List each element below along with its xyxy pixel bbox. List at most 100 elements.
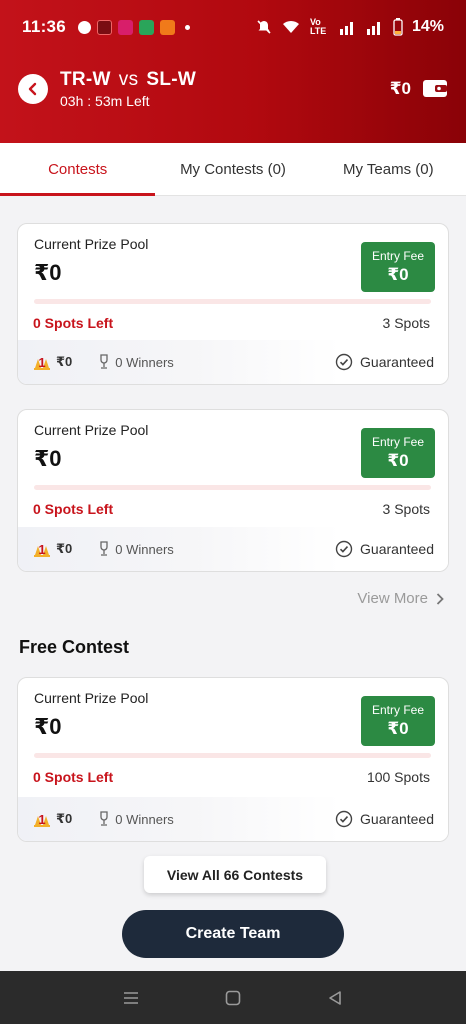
check-circle-icon xyxy=(335,353,353,371)
home-nav-icon[interactable] xyxy=(224,989,242,1007)
wallet-balance[interactable]: ₹0 xyxy=(390,79,411,99)
app-header: 11:36 Vo LTE 14% TR-W vs SL-W 03h : 53m Le… xyxy=(0,0,466,143)
wifi-icon xyxy=(282,20,299,33)
trophy-icon xyxy=(100,354,108,369)
app-notification-icon xyxy=(97,19,113,35)
svg-text:1: 1 xyxy=(38,812,45,827)
prize-pool-value: ₹0 xyxy=(34,260,62,285)
prize-pool-value: ₹0 xyxy=(34,446,62,471)
first-rank-icon: 1 xyxy=(34,812,50,827)
contest-card-footer: 1 ₹0 0 Winners Guaranteed xyxy=(18,340,448,384)
first-prize-value: ₹0 xyxy=(56,811,73,826)
total-spots: 3 Spots xyxy=(382,315,430,331)
view-more-label: View More xyxy=(357,590,428,607)
entry-fee-label: Entry Fee xyxy=(371,703,425,717)
first-prize: 1 ₹0 xyxy=(32,809,72,829)
prize-pool-label: Current Prize Pool xyxy=(34,690,149,706)
app-notification-icon xyxy=(139,19,155,35)
app-notification-icon xyxy=(118,19,134,35)
match-info: TR-W vs SL-W 03h : 53m Left xyxy=(60,69,196,109)
winners[interactable]: 0 Winners xyxy=(98,811,174,827)
entry-fee-label: Entry Fee xyxy=(371,249,425,263)
status-time: 11:36 xyxy=(22,17,67,36)
tab-my-teams[interactable]: My Teams (0) xyxy=(311,143,466,195)
prize-pool-label: Current Prize Pool xyxy=(34,236,149,252)
prize-pool-label: Current Prize Pool xyxy=(34,422,149,438)
contest-card[interactable]: Current Prize Pool ₹0 Entry Fee ₹0 0 Spo… xyxy=(17,223,449,385)
first-rank-icon: 1 xyxy=(34,355,50,370)
free-contest-title: Free Contest xyxy=(19,637,130,657)
guaranteed-badge: Guaranteed xyxy=(335,353,434,371)
more-notifications-dot xyxy=(185,24,191,30)
view-more-link[interactable]: View More xyxy=(357,590,444,607)
spots-progress-bar xyxy=(34,485,431,490)
vs-label: vs xyxy=(118,69,139,90)
menu-nav-icon[interactable] xyxy=(122,990,140,1006)
check-circle-icon xyxy=(335,810,353,828)
chevron-right-icon xyxy=(436,592,444,605)
contest-card-footer: 1 ₹0 0 Winners Guaranteed xyxy=(18,797,448,841)
tab-contests[interactable]: Contests xyxy=(0,143,156,196)
entry-fee-value: ₹0 xyxy=(387,719,409,738)
free-contest-card[interactable]: Current Prize Pool ₹0 Entry Fee ₹0 0 Spo… xyxy=(17,677,449,842)
guaranteed-badge: Guaranteed xyxy=(335,540,434,558)
match-teams: TR-W vs SL-W xyxy=(60,69,196,91)
check-circle-icon xyxy=(335,540,353,558)
spots-left: 0 Spots Left xyxy=(33,501,114,517)
contest-card[interactable]: Current Prize Pool ₹0 Entry Fee ₹0 0 Spo… xyxy=(17,409,449,572)
entry-fee-value: ₹0 xyxy=(387,451,409,470)
spots-left: 0 Spots Left xyxy=(33,769,114,785)
entry-fee-value: ₹0 xyxy=(387,265,409,284)
tab-my-contests[interactable]: My Contests (0) xyxy=(155,143,310,195)
spots-progress-bar xyxy=(34,299,431,304)
network-label: Vo LTE xyxy=(309,17,327,36)
create-team-button[interactable]: Create Team xyxy=(122,910,344,958)
status-right: Vo LTE 14% xyxy=(256,18,444,36)
first-rank-icon: 1 xyxy=(34,542,50,557)
contest-tabs: Contests My Contests (0) My Teams (0) xyxy=(0,143,466,196)
total-spots: 3 Spots xyxy=(382,501,430,517)
spots-progress-bar xyxy=(34,753,431,758)
entry-fee-button[interactable]: Entry Fee ₹0 xyxy=(361,696,435,746)
status-bar: 11:36 Vo LTE 14% xyxy=(22,14,444,40)
guaranteed-label: Guaranteed xyxy=(360,811,434,827)
winners-count: 0 Winners xyxy=(115,811,174,827)
signal-icon xyxy=(339,22,353,35)
guaranteed-badge: Guaranteed xyxy=(335,810,434,828)
battery-icon xyxy=(393,18,403,36)
match-time-left: 03h : 53m Left xyxy=(60,93,150,109)
total-spots: 100 Spots xyxy=(366,769,430,785)
trophy-icon xyxy=(100,811,108,826)
guaranteed-label: Guaranteed xyxy=(360,354,434,370)
guaranteed-label: Guaranteed xyxy=(360,541,434,557)
back-nav-icon[interactable] xyxy=(326,989,344,1007)
first-prize-value: ₹0 xyxy=(56,354,73,369)
system-nav-bar xyxy=(0,971,466,1024)
winners-count: 0 Winners xyxy=(115,541,174,557)
svg-text:1: 1 xyxy=(38,355,45,370)
trophy-icon xyxy=(100,541,108,556)
mute-icon xyxy=(257,20,271,34)
chat-notification-icon xyxy=(78,20,92,34)
contest-card-footer: 1 ₹0 0 Winners Guaranteed xyxy=(18,527,448,571)
svg-text:1: 1 xyxy=(38,542,45,557)
battery-percent: 14% xyxy=(411,18,444,35)
first-prize: 1 ₹0 xyxy=(32,539,72,559)
prize-pool-value: ₹0 xyxy=(34,714,62,739)
winners[interactable]: 0 Winners xyxy=(98,541,174,557)
winners-count: 0 Winners xyxy=(115,354,174,370)
entry-fee-button[interactable]: Entry Fee ₹0 xyxy=(361,242,435,292)
winners[interactable]: 0 Winners xyxy=(98,354,174,370)
notification-icons xyxy=(78,19,191,35)
wallet-icon[interactable] xyxy=(422,77,448,99)
app-notification-icon xyxy=(160,19,176,35)
view-all-contests-button[interactable]: View All 66 Contests xyxy=(144,856,326,893)
team-a-name: TR-W xyxy=(60,69,111,90)
first-prize-value: ₹0 xyxy=(56,541,73,556)
team-b-name: SL-W xyxy=(146,69,197,90)
back-arrow-icon xyxy=(28,82,37,96)
first-prize: 1 ₹0 xyxy=(32,352,72,372)
signal-icon xyxy=(366,22,380,35)
back-button[interactable] xyxy=(18,74,48,104)
entry-fee-button[interactable]: Entry Fee ₹0 xyxy=(361,428,435,478)
